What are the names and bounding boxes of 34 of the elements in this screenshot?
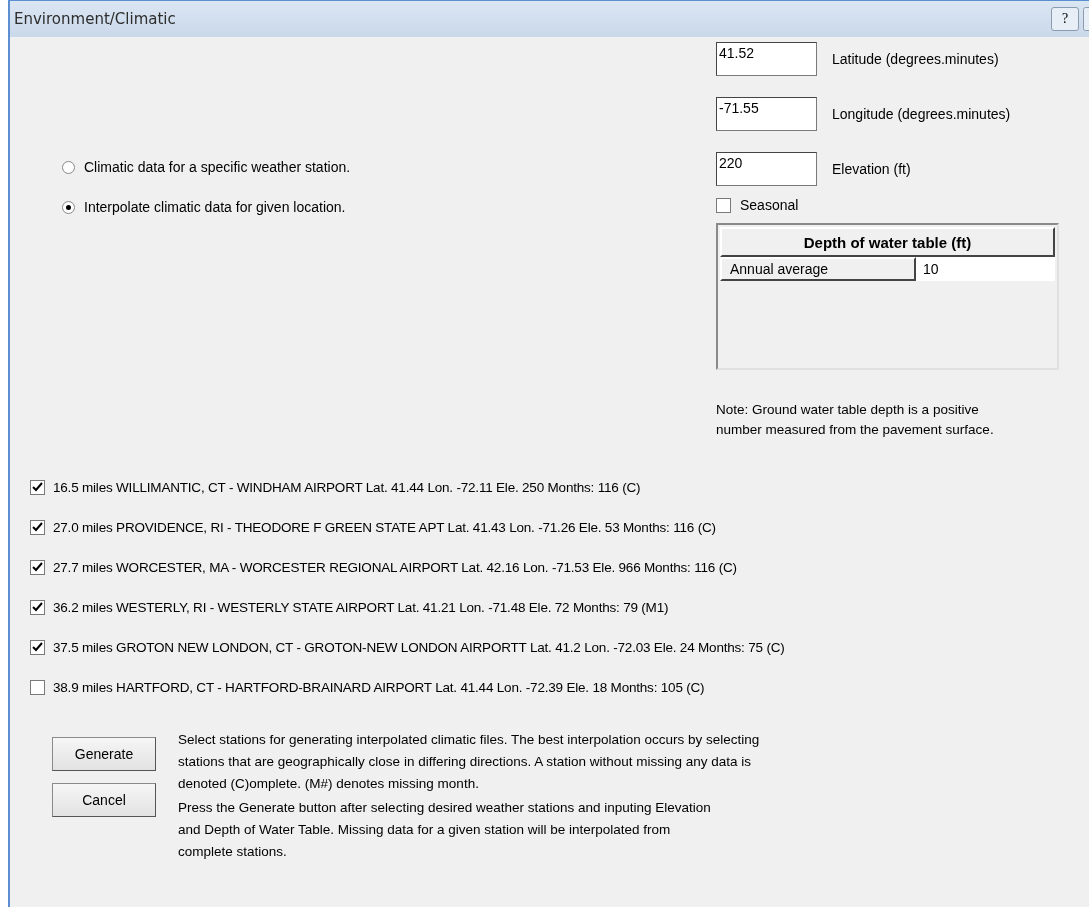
checkbox[interactable] — [30, 679, 45, 695]
radio-button[interactable] — [62, 200, 75, 214]
checkbox[interactable] — [30, 559, 45, 575]
station-label: 27.7 miles WORCESTER, MA - WORCESTER REGIONAL AIRPORT Lat. 42.16 Lon. -71.53 Ele. 966 Months: 116 (C) — [53, 559, 737, 575]
station-label: 37.5 miles GROTON NEW LONDON, CT - GROTON-NEW LONDON AIRPORTT Lat. 41.2 Lon. -72.03 Ele. 24 Months: 75 (C) — [53, 639, 785, 655]
help-button[interactable]: ? — [1051, 7, 1079, 31]
grid-header: Depth of water table (ft) — [720, 227, 1055, 257]
station-label: 36.2 miles WESTERLY, RI - WESTERLY STATE AIRPORT Lat. 41.21 Lon. -71.48 Ele. 72 Months: 79 (M1) — [53, 599, 669, 615]
checkbox[interactable] — [30, 519, 45, 535]
dialog-button[interactable]: Cancel — [52, 783, 156, 817]
field-label: Longitude (degrees.minutes) — [832, 105, 1011, 122]
note-text: Note: Ground water table depth is a positive number measured from the pavement surface. — [716, 401, 995, 439]
checkbox[interactable] — [716, 197, 731, 213]
radio-button[interactable] — [62, 160, 75, 174]
station-label: 27.0 miles PROVIDENCE, RI - THEODORE F GREEN STATE APT Lat. 41.43 Lon. -71.26 Ele. 53 Months: 116 (C) — [53, 519, 716, 535]
checkbox[interactable] — [30, 639, 45, 655]
checkbox[interactable] — [30, 599, 45, 615]
station-label: 16.5 miles WILLIMANTIC, CT - WINDHAM AIRPORT Lat. 41.44 Lon. -72.11 Ele. 250 Months: 116 (C) — [53, 479, 641, 495]
help-paragraph: Select stations for generating interpolated climatic files. The best interpolation occurs by selecting stations that are geographically close in differing directions. A station without missing any data is denoted (C)omplete. (M#) denotes missing month. — [178, 731, 760, 793]
row-header: Annual average — [720, 257, 916, 281]
dialog-button[interactable]: Generate — [52, 737, 156, 771]
radio-label: Climatic data for a specific weather station. — [84, 159, 351, 175]
input-field[interactable]: 220 — [716, 151, 817, 186]
checkbox-label: Seasonal — [740, 197, 799, 213]
station-label: 38.9 miles HARTFORD, CT - HARTFORD-BRAINARD AIRPORT Lat. 41.44 Lon. -72.39 Ele. 18 Months: 105 (C) — [53, 679, 705, 695]
checkbox[interactable] — [30, 479, 45, 495]
field-label: Latitude (degrees.minutes) — [832, 50, 999, 67]
help-paragraph: Press the Generate button after selecting desired weather stations and inputing Elevation and Depth of Water Table. Missing data for a given station will be interpolated from complete stations. — [178, 799, 712, 861]
input-field[interactable]: -71.55 — [716, 96, 817, 131]
input-field[interactable]: 41.52 — [716, 41, 817, 76]
grid-cell[interactable]: 10 — [916, 257, 1055, 281]
window-title: Environment/Climatic — [14, 10, 176, 28]
radio-label: Interpolate climatic data for given location. — [84, 199, 346, 215]
field-label: Elevation (ft) — [832, 160, 911, 177]
